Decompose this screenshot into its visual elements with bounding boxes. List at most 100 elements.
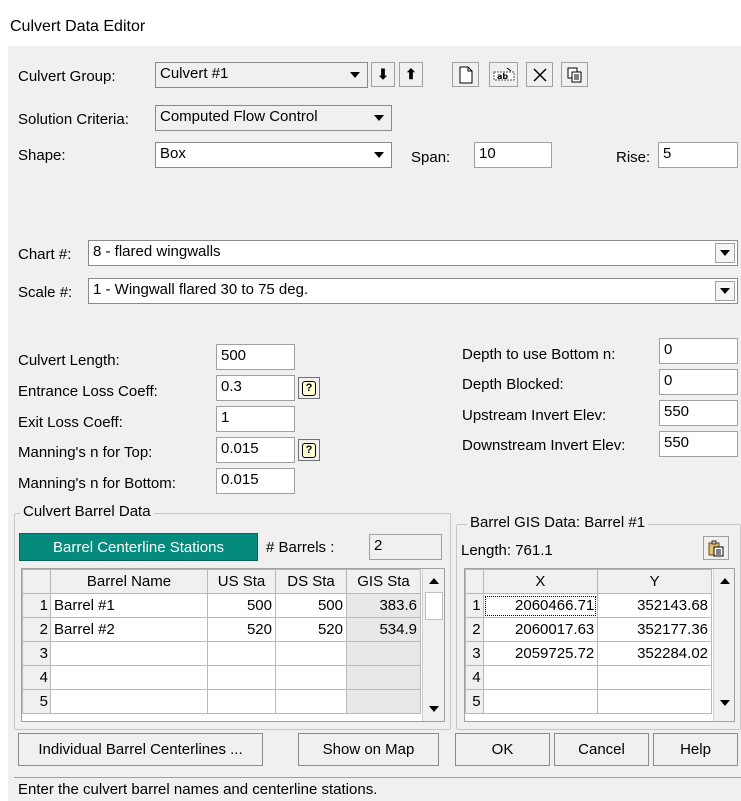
barrel-centerline-stations-button[interactable]: Barrel Centerline Stations [19,533,258,561]
show-on-map-button[interactable]: Show on Map [298,733,439,766]
chevron-down-icon[interactable] [715,281,735,301]
gis-table[interactable]: X Y 1 2060466.71 352143.68 2 2060017.63 … [465,569,712,714]
solution-criteria-label: Solution Criteria: [18,111,129,128]
exit-loss-input[interactable]: 1 [216,406,295,432]
ds-sta-cell[interactable] [275,665,347,690]
y-cell[interactable]: 352143.68 [597,593,712,618]
row-number[interactable]: 5 [22,689,51,714]
ds-sta-cell[interactable]: 520 [275,617,347,642]
mannings-top-help-button[interactable]: ? [298,439,320,461]
entrance-loss-input[interactable]: 0.3 [216,375,295,401]
column-header[interactable]: DS Sta [275,569,347,594]
scroll-down-icon[interactable] [423,699,444,719]
copy-group-button[interactable] [561,62,588,87]
row-number[interactable]: 3 [465,641,484,666]
span-input[interactable]: 10 [474,142,552,168]
mannings-bottom-input[interactable]: 0.015 [216,468,295,494]
move-up-button[interactable]: ⬆ [399,62,423,87]
table-row[interactable]: 5 [22,689,421,714]
x-cell[interactable]: 2060017.63 [482,617,599,642]
depth-blocked-input[interactable]: 0 [659,369,738,395]
table-row[interactable]: 3 2059725.72 352284.02 [465,641,712,666]
cancel-button[interactable]: Cancel [554,733,649,766]
downstream-invert-input[interactable]: 550 [659,431,738,457]
table-row[interactable]: 4 [465,665,712,690]
new-group-button[interactable] [452,62,479,87]
chevron-down-icon[interactable] [369,108,389,128]
mannings-top-input[interactable]: 0.015 [216,437,295,463]
solution-criteria-select[interactable]: Computed Flow Control [155,105,392,131]
shape-select[interactable]: Box [155,142,392,168]
barrel-table-scrollbar[interactable] [422,569,444,721]
chevron-down-icon[interactable] [715,243,735,263]
chevron-down-icon[interactable] [369,145,389,165]
us-sta-cell[interactable] [207,689,276,714]
depth-bottom-n-input[interactable]: 0 [659,338,738,364]
y-cell[interactable]: 352177.36 [597,617,712,642]
y-cell[interactable] [597,665,712,690]
row-number[interactable]: 3 [22,641,51,666]
scroll-thumb[interactable] [425,592,443,620]
scroll-down-icon[interactable] [714,693,734,713]
row-number[interactable]: 2 [465,617,484,642]
x-cell[interactable] [482,689,599,714]
culvert-group-select[interactable]: Culvert #1 [155,62,368,88]
us-sta-cell[interactable]: 520 [207,617,276,642]
culvert-barrel-data-title: Culvert Barrel Data [20,503,154,520]
us-sta-cell[interactable] [207,641,276,666]
mannings-bottom-label: Manning's n for Bottom: [18,475,176,492]
column-header[interactable]: X [482,569,599,594]
table-row[interactable]: 4 [22,665,421,690]
y-cell[interactable]: 352284.02 [597,641,712,666]
paste-gis-button[interactable] [703,536,729,560]
chart-select[interactable]: 8 - flared wingwalls [88,240,738,266]
scroll-up-icon[interactable] [714,571,734,591]
rise-input[interactable]: 5 [658,142,738,168]
table-row[interactable]: 5 [465,689,712,714]
x-cell[interactable] [482,665,599,690]
ds-sta-cell[interactable]: 500 [275,593,347,618]
barrel-name-cell[interactable] [50,689,208,714]
table-row[interactable]: 2 2060017.63 352177.36 [465,617,712,642]
chevron-down-icon[interactable] [345,65,365,85]
culvert-length-input[interactable]: 500 [216,344,295,370]
row-number[interactable]: 1 [22,593,51,618]
individual-barrel-centerlines-button[interactable]: Individual Barrel Centerlines ... [18,733,263,766]
table-row[interactable]: 3 [22,641,421,666]
row-number[interactable]: 4 [22,665,51,690]
gis-table-scrollbar[interactable] [713,569,734,721]
table-row[interactable]: 1 Barrel #1 500 500 383.6 [22,593,421,618]
ds-sta-cell[interactable] [275,641,347,666]
table-row[interactable]: 2 Barrel #2 520 520 534.9 [22,617,421,642]
scroll-up-icon[interactable] [423,571,444,591]
scale-select[interactable]: 1 - Wingwall flared 30 to 75 deg. [88,278,738,304]
rename-group-button[interactable]: ab [489,62,518,87]
help-button[interactable]: Help [653,733,738,766]
entrance-loss-help-button[interactable]: ? [298,377,320,399]
column-header[interactable]: US Sta [207,569,276,594]
move-down-button[interactable]: ⬇ [371,62,395,87]
ok-button[interactable]: OK [455,733,550,766]
y-cell[interactable] [597,689,712,714]
barrel-name-cell[interactable] [50,665,208,690]
column-header[interactable]: GIS Sta [346,569,421,594]
row-number[interactable]: 4 [465,665,484,690]
column-header[interactable]: Y [597,569,712,594]
us-sta-cell[interactable] [207,665,276,690]
new-document-icon [459,66,472,83]
upstream-invert-input[interactable]: 550 [659,400,738,426]
barrel-name-cell[interactable]: Barrel #1 [50,593,208,618]
barrel-table[interactable]: Barrel Name US Sta DS Sta GIS Sta 1 Barr… [22,569,421,714]
barrel-name-cell[interactable] [50,641,208,666]
barrel-name-cell[interactable]: Barrel #2 [50,617,208,642]
us-sta-cell[interactable]: 500 [207,593,276,618]
x-cell[interactable]: 2059725.72 [482,641,599,666]
x-cell[interactable]: 2060466.71 [482,593,599,618]
row-number[interactable]: 1 [465,593,484,618]
row-number[interactable]: 2 [22,617,51,642]
ds-sta-cell[interactable] [275,689,347,714]
column-header[interactable]: Barrel Name [50,569,208,594]
delete-group-button[interactable] [526,62,553,87]
table-row[interactable]: 1 2060466.71 352143.68 [465,593,712,618]
row-number[interactable]: 5 [465,689,484,714]
